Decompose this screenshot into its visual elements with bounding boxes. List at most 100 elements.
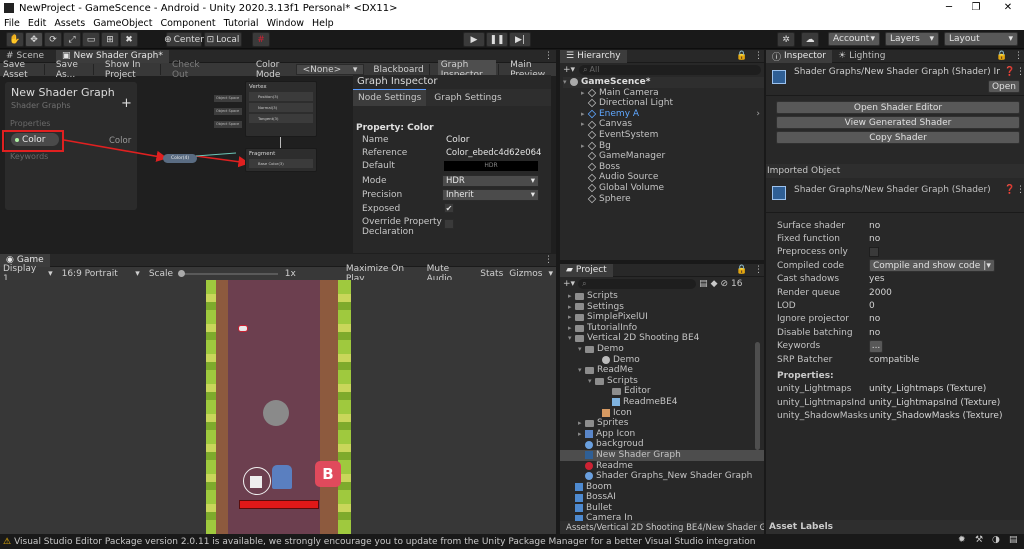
hierarchy-item-directional-light[interactable]: Directional Light [563, 98, 764, 109]
color-property-node[interactable]: Color(4) [163, 154, 197, 163]
maximize-button[interactable]: ❐ [970, 0, 982, 16]
grid-snap-icon[interactable]: # [252, 32, 270, 47]
project-item[interactable]: ▾ Demo [560, 344, 764, 355]
project-item[interactable]: ▾ Vertical 2D Shooting BE4 [560, 333, 764, 344]
debug-mode-icon[interactable]: ⚒ [975, 535, 983, 545]
project-item[interactable]: ▾ ReadMe [560, 365, 764, 376]
pause-button[interactable]: ❚❚ [486, 32, 508, 47]
project-item[interactable]: ReadmeBE4 [560, 397, 764, 408]
hierarchy-item-audio-source[interactable]: Audio Source [563, 172, 764, 183]
menu-component[interactable]: Component [156, 18, 219, 29]
rotate-tool-icon[interactable]: ⟳ [44, 32, 62, 47]
help-icon[interactable]: ❓ [1004, 185, 1015, 195]
filter-by-type-icon[interactable]: ▤ [699, 279, 708, 289]
menu-edit[interactable]: Edit [24, 18, 50, 29]
pivot-local-button[interactable]: ⊡ Local [204, 32, 242, 47]
menu-tutorial[interactable]: Tutorial [220, 18, 263, 29]
scale-slider-thumb[interactable] [178, 269, 186, 277]
view-generated-shader-button[interactable]: View Generated Shader [776, 116, 1020, 129]
lock-icon[interactable]: 🔒 [996, 51, 1007, 61]
step-button[interactable]: ▶| [509, 32, 531, 47]
vertex-tangent-port[interactable]: Tangent(3) [249, 114, 313, 123]
add-icon[interactable]: +▾ [563, 279, 575, 289]
project-item[interactable]: ▸ App Icon [560, 429, 764, 440]
bug-icon[interactable]: ✹ [958, 535, 966, 545]
tab-menu-icon[interactable]: ⋮ [1014, 51, 1023, 61]
menu-help[interactable]: Help [308, 18, 338, 29]
project-item[interactable]: Readme [560, 461, 764, 472]
account-dropdown[interactable]: Account ▾ [828, 32, 880, 46]
keywords-button[interactable]: ... [869, 339, 883, 353]
name-field[interactable]: Color [442, 134, 538, 146]
project-search-input[interactable]: ⌕ [578, 278, 697, 289]
hierarchy-item-canvas[interactable]: ▸ Canvas [563, 119, 764, 130]
precision-dropdown[interactable]: Inherit ▾ [442, 189, 539, 201]
move-tool-icon[interactable]: ✥ [25, 32, 43, 47]
filter-by-label-icon[interactable]: ◆ [711, 279, 718, 289]
vertex-context[interactable]: Vertex Position(3) Normal(3) Tangent(3) [245, 81, 317, 137]
open-button[interactable]: Open [988, 80, 1020, 93]
project-item[interactable]: Shader Graphs_New Shader Graph [560, 471, 764, 482]
hand-tool-icon[interactable]: ✋ [6, 32, 24, 47]
chevron-right-icon[interactable]: › [756, 109, 760, 120]
tab-hierarchy[interactable]: ☰ Hierarchy [560, 49, 627, 63]
project-item[interactable]: ▸ SimplePixelUI [560, 312, 764, 323]
hierarchy-item-eventsystem[interactable]: EventSystem [563, 130, 764, 141]
add-icon[interactable]: +▾ [563, 65, 575, 75]
hierarchy-item-bg[interactable]: ▸ Bg [563, 141, 764, 152]
lock-icon[interactable]: 🔒 [736, 51, 747, 61]
settings-icon[interactable]: ⋮ [1016, 185, 1024, 195]
copy-shader-button[interactable]: Copy Shader [776, 131, 1020, 144]
tab-inspector[interactable]: ⓘ Inspector [766, 49, 832, 63]
hierarchy-item-main-camera[interactable]: ▸ Main Camera [563, 88, 764, 99]
vertex-position-port[interactable]: Position(3) [249, 92, 313, 101]
menu-window[interactable]: Window [263, 18, 308, 29]
tab-menu-icon[interactable]: ⋮ [544, 255, 553, 265]
project-item[interactable]: Demo [560, 355, 764, 366]
hierarchy-item-sphere[interactable]: Sphere [563, 194, 764, 205]
project-item[interactable]: ▸ TutorialInfo [560, 323, 764, 334]
menu-gameobject[interactable]: GameObject [89, 18, 156, 29]
project-item[interactable]: ▸ Sprites [560, 418, 764, 429]
hierarchy-item-enemy-a[interactable]: ▸ Enemy A › [563, 109, 764, 120]
open-shader-editor-button[interactable]: Open Shader Editor [776, 101, 1020, 114]
layout-dropdown[interactable]: Layout ▾ [944, 32, 1018, 46]
override-declaration-checkbox[interactable] [444, 219, 454, 229]
collab-status-icon[interactable]: ▤ [1009, 535, 1018, 545]
project-scrollbar[interactable] [755, 342, 760, 450]
compile-show-code-button[interactable]: Compile and show code |▾ [869, 259, 995, 273]
vertex-normal-port[interactable]: Normal(3) [249, 103, 313, 112]
tab-menu-icon[interactable]: ⋮ [754, 265, 763, 275]
rect-tool-icon[interactable]: ▭ [82, 32, 100, 47]
project-item[interactable]: Bullet [560, 503, 764, 514]
layers-dropdown[interactable]: Layers ▾ [885, 32, 939, 46]
hierarchy-item-boss[interactable]: Boss [563, 162, 764, 173]
play-button[interactable]: ▶ [463, 32, 485, 47]
tab-lighting[interactable]: ☀ Lighting [832, 50, 891, 63]
default-color-swatch[interactable]: HDR [444, 161, 538, 171]
project-item-selected[interactable]: New Shader Graph [560, 449, 764, 461]
project-item[interactable]: ▸ Settings [560, 302, 764, 313]
scene-root[interactable]: ▾ GameScence* [563, 77, 764, 88]
close-button[interactable]: ✕ [1002, 0, 1014, 16]
menu-file[interactable]: File [0, 18, 24, 29]
hierarchy-search-input[interactable]: ⌕ All [579, 64, 761, 75]
lock-icon[interactable]: 🔒 [736, 265, 747, 275]
gizmos-dropdown[interactable]: Gizmos [506, 269, 545, 279]
scale-tool-icon[interactable]: ⤢ [63, 32, 81, 47]
transform-tool-icon[interactable]: ⊞ [101, 32, 119, 47]
hierarchy-item-gamemanager[interactable]: GameManager [563, 151, 764, 162]
tab-node-settings[interactable]: Node Settings [353, 89, 427, 106]
help-icon[interactable]: ❓ [1004, 67, 1015, 77]
tab-menu-icon[interactable]: ⋮ [754, 51, 763, 61]
settings-icon[interactable]: ⋮ [1016, 67, 1024, 77]
pivot-center-button[interactable]: ⊕ Center [164, 32, 204, 47]
stats-toggle[interactable]: Stats [477, 269, 506, 279]
tab-graph-settings[interactable]: Graph Settings [426, 93, 509, 103]
project-item[interactable]: Boom [560, 482, 764, 493]
mode-dropdown[interactable]: HDR ▾ [442, 175, 539, 187]
visibility-icon[interactable]: ⊘ [721, 279, 729, 289]
custom-tool-icon[interactable]: ✖ [120, 32, 138, 47]
project-item[interactable]: Icon [560, 408, 764, 419]
scale-slider[interactable] [178, 269, 278, 277]
